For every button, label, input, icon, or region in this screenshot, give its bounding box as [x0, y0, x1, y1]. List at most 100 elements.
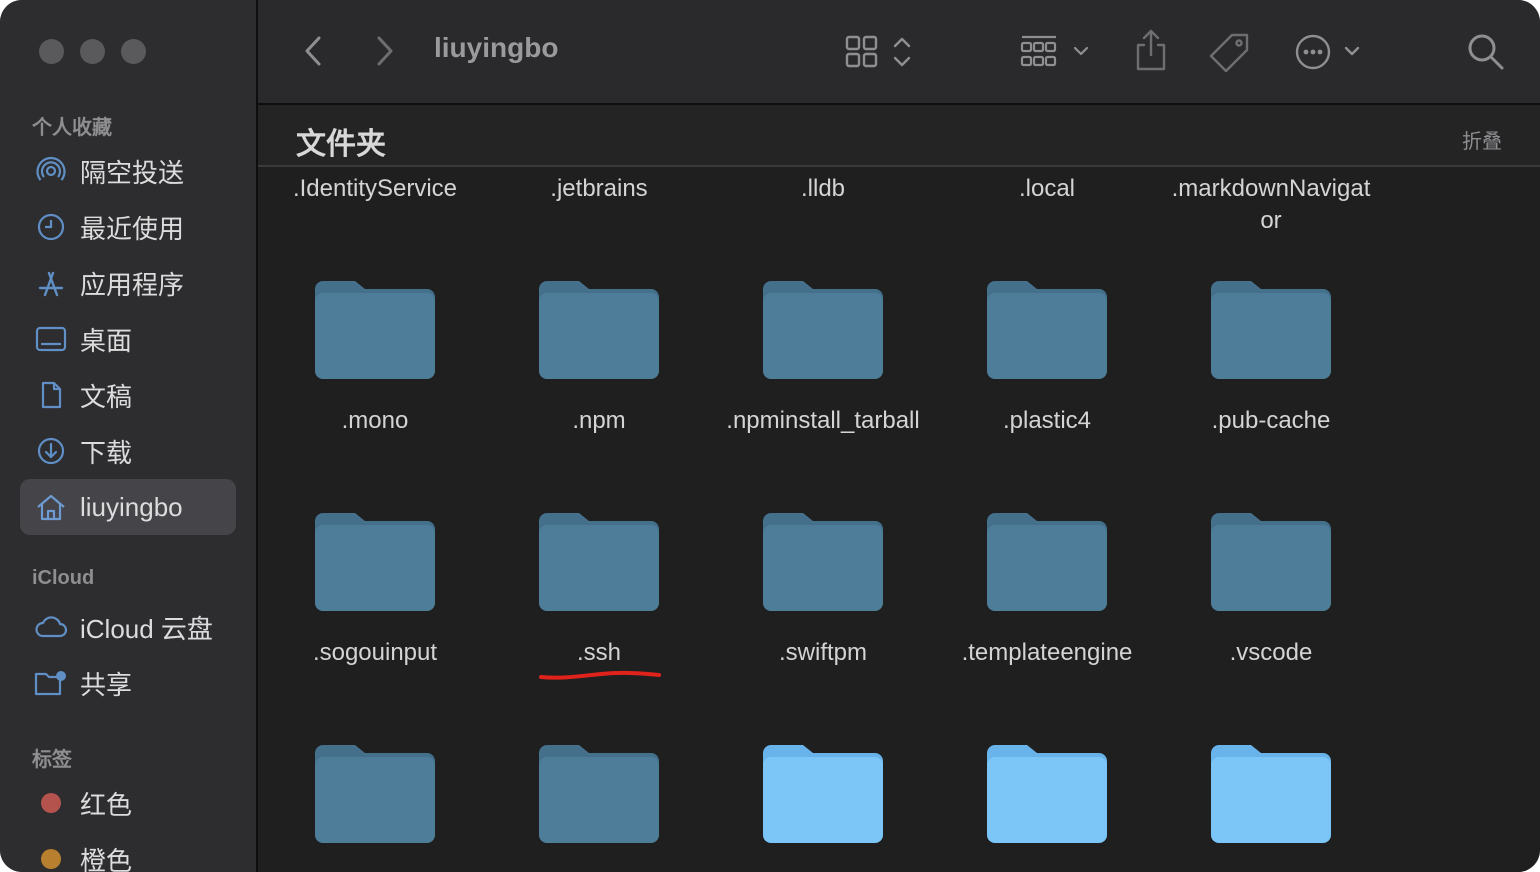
folder-icon: [539, 745, 659, 843]
folder-icon: [763, 745, 883, 843]
sidebar-item-label: 共享: [80, 669, 133, 700]
sidebar-item-documents[interactable]: 文稿: [20, 367, 236, 423]
sidebar-item-tag-orange[interactable]: 橙色: [20, 831, 236, 872]
folder-label: .npm: [572, 407, 626, 434]
folder-item[interactable]: .mono: [263, 277, 487, 437]
folder-label: .plastic4: [1002, 407, 1092, 434]
folder-icon: [987, 745, 1107, 843]
sidebar-section-favorites: 个人收藏: [32, 117, 112, 139]
grid-view-icon[interactable]: [844, 34, 916, 70]
folder-label: .npminstall_tarball: [726, 407, 920, 434]
tag-red-dot-wrapper: [34, 786, 68, 820]
folder-label: .markdownNavigator: [1171, 175, 1371, 234]
search-icon[interactable]: [1466, 32, 1506, 72]
sidebar-item-home[interactable]: liuyingbo: [20, 479, 236, 535]
chevron-right-icon[interactable]: [370, 33, 400, 69]
folder-item[interactable]: .plastic4: [935, 277, 1159, 437]
folder-item[interactable]: [1159, 741, 1383, 845]
tag-orange-dot-wrapper: [34, 842, 68, 872]
window-title: liuyingbo: [434, 32, 559, 63]
sidebar-item-airdrop[interactable]: 隔空投送: [20, 143, 236, 199]
section-header: 文件夹 折叠: [258, 105, 1540, 167]
sidebar-item-recents[interactable]: 最近使用: [20, 199, 236, 255]
folder-item[interactable]: .ssh: [487, 509, 711, 669]
folder-label: .templateengine: [961, 639, 1133, 666]
sidebar-item-downloads[interactable]: 下载: [20, 423, 236, 479]
zoom-window-button[interactable]: [121, 39, 146, 64]
folder-item[interactable]: .swiftpm: [711, 509, 935, 669]
folder-label: .vscode: [1229, 639, 1313, 666]
window-controls: [39, 39, 146, 64]
sidebar-item-applications[interactable]: 应用程序: [20, 255, 236, 311]
sidebar: 个人收藏 隔空投送 最近使用 应用程序 桌面 文稿 下载 liuyingbo i…: [0, 0, 258, 872]
tag-dot-icon: [41, 849, 61, 869]
folder-icon: [763, 513, 883, 611]
folder-icon: [539, 513, 659, 611]
folder-icon: [1211, 745, 1331, 843]
applications-icon: [34, 266, 68, 300]
sidebar-item-desktop[interactable]: 桌面: [20, 311, 236, 367]
sidebar-item-tag-red[interactable]: 红色: [20, 775, 236, 831]
sidebar-item-label: 隔空投送: [80, 157, 185, 188]
close-window-button[interactable]: [39, 39, 64, 64]
folder-icon: [1211, 513, 1331, 611]
ellipsis-circle-icon[interactable]: [1294, 32, 1366, 72]
folder-item[interactable]: .npminstall_tarball: [711, 277, 935, 437]
sidebar-item-icloud-drive[interactable]: iCloud 云盘: [20, 599, 236, 655]
sidebar-item-label: 应用程序: [80, 269, 185, 300]
folder-item[interactable]: .pub-cache: [1159, 277, 1383, 437]
folder-icon: [1211, 281, 1331, 379]
folder-label: .mono: [341, 407, 409, 434]
file-browser: 文件夹 折叠 .IdentityService .jetbrains .lldb…: [258, 105, 1540, 872]
folder-icon: [987, 281, 1107, 379]
chevron-left-icon[interactable]: [298, 33, 328, 69]
share-icon[interactable]: [1134, 28, 1168, 72]
collapse-button[interactable]: 折叠: [1462, 125, 1502, 154]
folder-label: .jetbrains: [550, 175, 648, 202]
folder-icon: [315, 745, 435, 843]
sidebar-item-shared[interactable]: 共享: [20, 655, 236, 711]
folder-item[interactable]: .IdentityService: [263, 173, 487, 205]
airdrop-icon: [34, 154, 68, 188]
folder-icon: [763, 281, 883, 379]
folder-label: .swiftpm: [778, 639, 867, 666]
document-icon: [34, 378, 68, 412]
folder-label: .local: [1018, 175, 1076, 202]
toolbar: liuyingbo: [258, 0, 1540, 105]
folder-item[interactable]: [711, 741, 935, 845]
folder-item[interactable]: [487, 741, 711, 845]
shared-folder-icon: [34, 666, 68, 700]
download-icon: [34, 434, 68, 468]
folder-item[interactable]: .templateengine: [935, 509, 1159, 669]
sidebar-section-tags: 标签: [32, 749, 72, 771]
finder-window: 个人收藏 隔空投送 最近使用 应用程序 桌面 文稿 下载 liuyingbo i…: [0, 0, 1540, 872]
minimize-window-button[interactable]: [80, 39, 105, 64]
folder-label: .sogouinput: [312, 639, 438, 666]
folder-item[interactable]: .jetbrains: [487, 173, 711, 205]
folder-icon: [987, 513, 1107, 611]
folder-item[interactable]: .lldb: [711, 173, 935, 205]
folder-item[interactable]: .npm: [487, 277, 711, 437]
folder-label: .ssh: [576, 639, 621, 666]
folder-label: .lldb: [800, 175, 846, 202]
sidebar-item-label: 下载: [80, 437, 133, 468]
folder-icon: [539, 281, 659, 379]
folder-item[interactable]: .sogouinput: [263, 509, 487, 669]
section-title: 文件夹: [296, 128, 386, 161]
tag-dot-icon: [41, 793, 61, 813]
folder-item[interactable]: [263, 741, 487, 845]
group-icon[interactable]: [1020, 32, 1092, 72]
sidebar-item-label: 最近使用: [80, 213, 185, 244]
folder-item[interactable]: .vscode: [1159, 509, 1383, 669]
folder-item[interactable]: [935, 741, 1159, 845]
tag-icon[interactable]: [1208, 32, 1252, 72]
sidebar-item-label: liuyingbo: [80, 491, 183, 522]
folder-item[interactable]: .local: [935, 173, 1159, 205]
red-annotation-underline: [539, 670, 661, 680]
home-icon: [34, 490, 68, 524]
sidebar-item-label: 桌面: [80, 325, 133, 356]
folder-item[interactable]: .markdownNavigator: [1159, 173, 1383, 237]
sidebar-item-label: 文稿: [80, 381, 133, 412]
desktop-icon: [34, 322, 68, 356]
folder-label: .pub-cache: [1211, 407, 1331, 434]
